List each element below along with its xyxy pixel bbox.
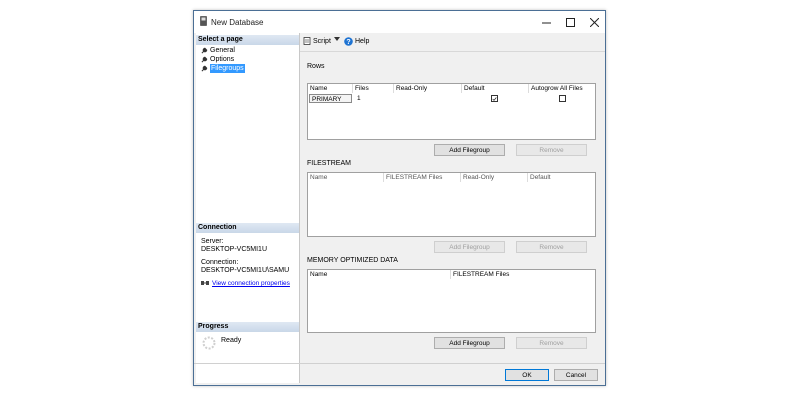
checkmark-icon bbox=[492, 96, 497, 101]
column-header[interactable]: Files bbox=[353, 84, 394, 93]
help-label: Help bbox=[355, 38, 370, 45]
database-icon bbox=[200, 16, 207, 26]
wrench-icon bbox=[201, 56, 208, 63]
column-header[interactable]: Default bbox=[462, 84, 529, 93]
rows-grid[interactable]: Name Files Read-Only Default Autogrow Al… bbox=[307, 83, 596, 140]
column-header[interactable]: Read-Only bbox=[394, 84, 462, 93]
rows-title: Rows bbox=[307, 63, 325, 70]
progress-spinner-icon bbox=[202, 336, 216, 350]
connection-header: Connection bbox=[196, 223, 299, 233]
column-header[interactable]: FILESTREAM Files bbox=[384, 173, 461, 182]
help-button[interactable]: ? Help bbox=[344, 37, 369, 46]
select-page-header: Select a page bbox=[196, 35, 299, 45]
help-icon: ? bbox=[344, 37, 353, 46]
page-item-general[interactable]: General bbox=[201, 46, 235, 55]
wrench-icon bbox=[201, 47, 208, 54]
filestream-title: FILESTREAM bbox=[307, 160, 351, 167]
new-database-dialog: New Database Select a page General Optio… bbox=[193, 10, 606, 386]
chevron-down-icon bbox=[334, 37, 340, 41]
title-bar[interactable]: New Database bbox=[194, 11, 605, 33]
script-icon bbox=[303, 37, 311, 45]
column-header[interactable]: Autogrow All Files bbox=[529, 84, 595, 93]
close-icon bbox=[589, 17, 599, 27]
window-title: New Database bbox=[211, 18, 264, 27]
connection-value: DESKTOP-VC5MI1U\SAMU bbox=[201, 267, 290, 274]
dialog-footer: OK Cancel bbox=[194, 363, 605, 386]
script-label: Script bbox=[313, 37, 331, 45]
script-button[interactable]: Script bbox=[303, 37, 331, 45]
default-checkbox[interactable] bbox=[491, 95, 498, 102]
progress-header: Progress bbox=[196, 322, 299, 332]
column-header[interactable]: Default bbox=[528, 173, 595, 182]
close-button[interactable] bbox=[582, 11, 606, 33]
table-row[interactable]: PRIMARY 1 bbox=[308, 94, 595, 104]
minimize-icon bbox=[541, 22, 551, 23]
server-label: Server: bbox=[201, 238, 224, 245]
rows-add-filegroup-button[interactable]: Add Filegroup bbox=[434, 144, 505, 156]
column-header[interactable]: Name bbox=[308, 270, 451, 279]
page-item-label: Options bbox=[210, 56, 235, 63]
column-header[interactable]: Read-Only bbox=[461, 173, 528, 182]
toolbar: Script ? Help bbox=[300, 33, 605, 52]
filegroup-name-cell[interactable]: PRIMARY bbox=[309, 94, 352, 103]
column-header[interactable]: Name bbox=[308, 84, 353, 93]
filestream-remove-button[interactable]: Remove bbox=[516, 241, 587, 253]
connection-icon bbox=[201, 281, 209, 285]
left-pane: Select a page General Options Filegroups… bbox=[196, 33, 300, 383]
minimize-button[interactable] bbox=[534, 11, 558, 33]
filestream-grid[interactable]: Name FILESTREAM Files Read-Only Default bbox=[307, 172, 596, 237]
page-item-filegroups[interactable]: Filegroups bbox=[201, 64, 245, 73]
filestream-add-filegroup-button[interactable]: Add Filegroup bbox=[434, 241, 505, 253]
maximize-button[interactable] bbox=[558, 11, 582, 33]
ok-button[interactable]: OK bbox=[505, 369, 549, 381]
rows-remove-button[interactable]: Remove bbox=[516, 144, 587, 156]
view-connection-properties[interactable]: View connection properties bbox=[201, 280, 290, 287]
column-header[interactable]: FILESTREAM Files bbox=[451, 270, 595, 279]
memory-optimized-grid[interactable]: Name FILESTREAM Files bbox=[307, 269, 596, 333]
view-connection-link[interactable]: View connection properties bbox=[212, 280, 290, 287]
page-item-label: General bbox=[210, 47, 235, 54]
right-pane: Script ? Help Rows Name Files Read-Only … bbox=[300, 33, 605, 383]
cancel-button[interactable]: Cancel bbox=[554, 369, 598, 381]
page-item-options[interactable]: Options bbox=[201, 55, 234, 64]
files-count-cell[interactable]: 1 bbox=[355, 94, 393, 103]
autogrow-checkbox[interactable] bbox=[559, 95, 566, 102]
server-value: DESKTOP-VC5MI1U bbox=[201, 246, 267, 253]
progress-status: Ready bbox=[221, 337, 242, 344]
memory-optimized-title: MEMORY OPTIMIZED DATA bbox=[307, 257, 398, 264]
svg-text:?: ? bbox=[346, 39, 350, 46]
memory-add-filegroup-button[interactable]: Add Filegroup bbox=[434, 337, 505, 349]
column-header[interactable]: Name bbox=[308, 173, 384, 182]
connection-label: Connection: bbox=[201, 259, 239, 266]
maximize-icon bbox=[565, 17, 575, 27]
script-dropdown[interactable] bbox=[334, 37, 340, 41]
page-item-label: Filegroups bbox=[210, 64, 245, 73]
memory-remove-button[interactable]: Remove bbox=[516, 337, 587, 349]
wrench-icon bbox=[201, 65, 208, 72]
